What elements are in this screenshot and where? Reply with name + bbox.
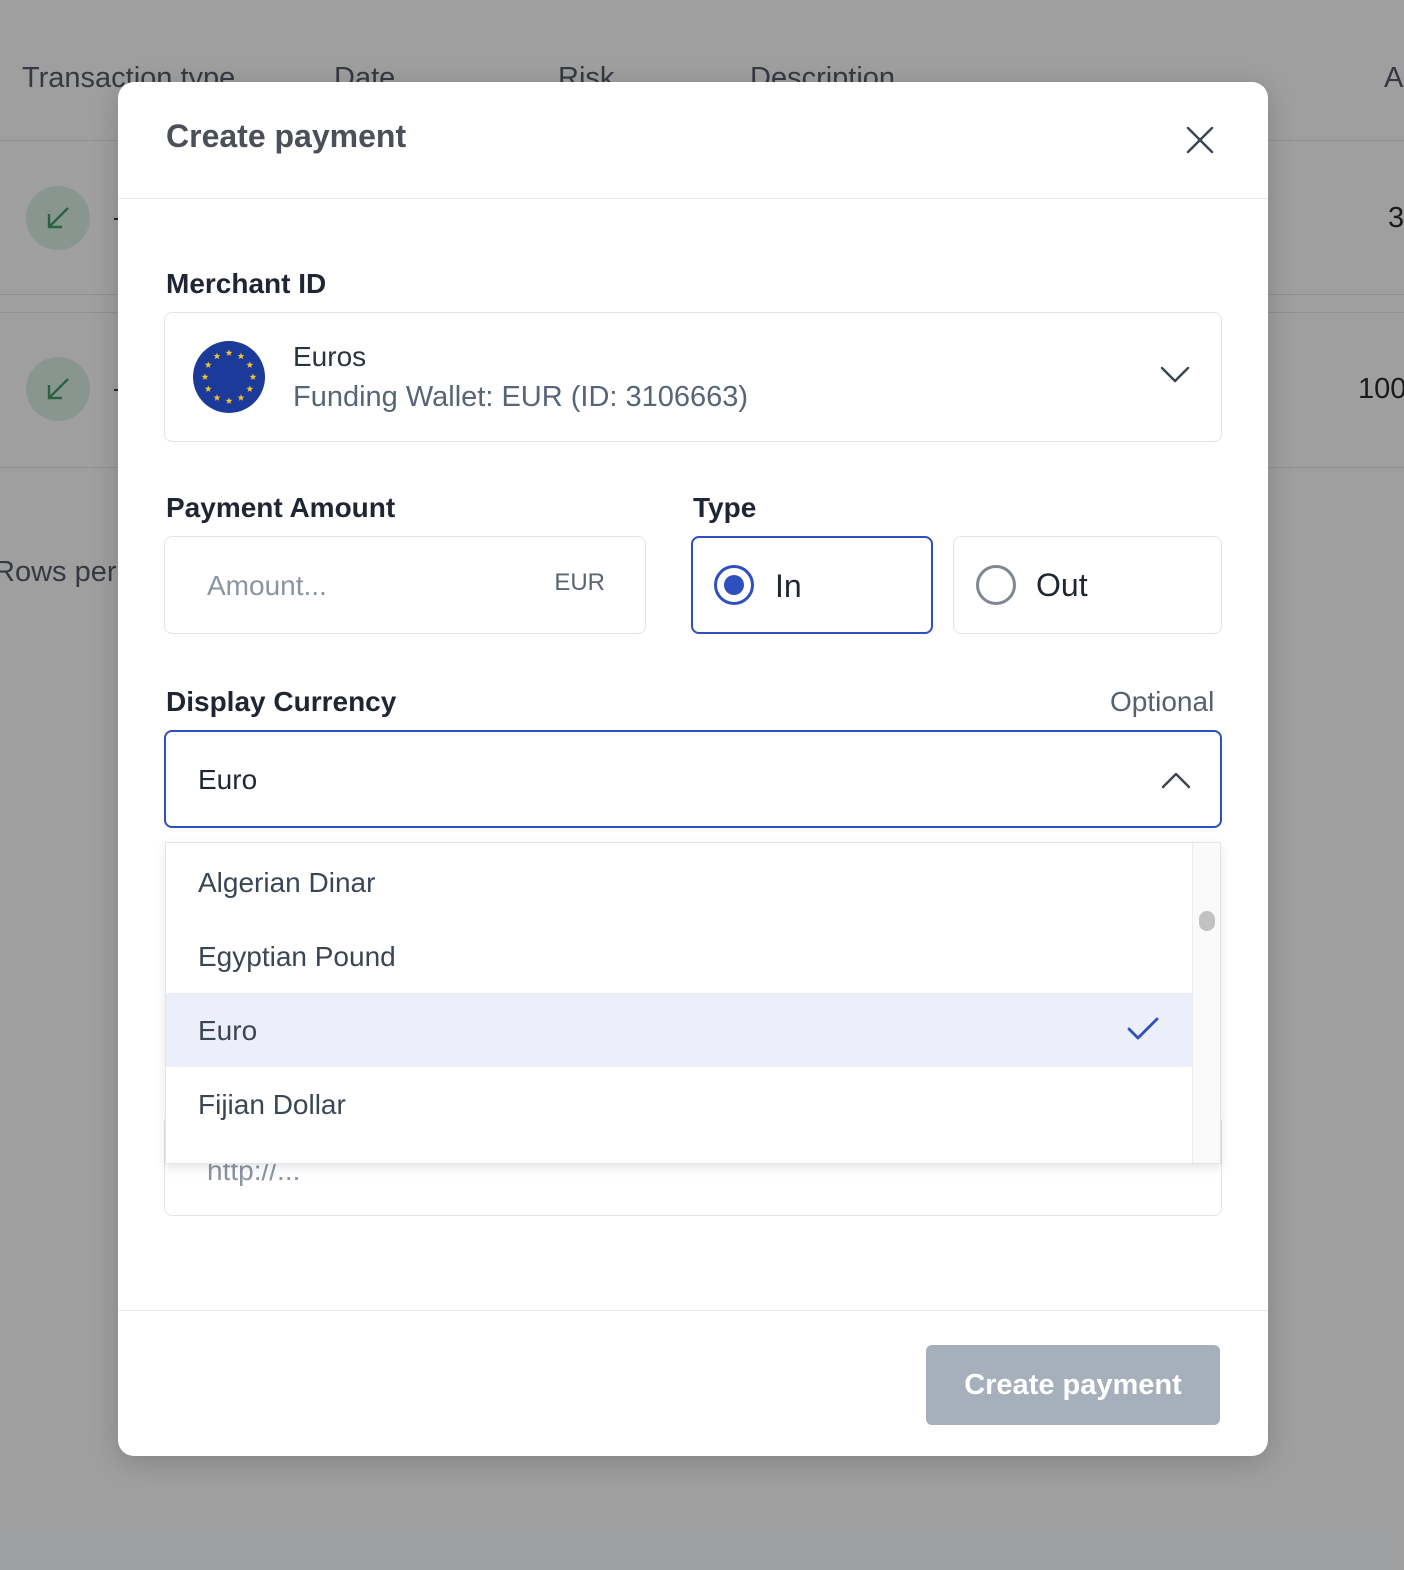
type-radio-label: Out <box>1036 567 1088 603</box>
payment-amount-input[interactable] <box>205 563 529 609</box>
chevron-down-icon <box>1160 366 1190 383</box>
modal-title: Create payment <box>166 118 407 154</box>
currency-option[interactable]: Egyptian Pound <box>166 919 1192 993</box>
display-currency-value: Euro <box>198 764 258 795</box>
scrollbar-thumb[interactable] <box>1199 911 1215 931</box>
eu-flag-icon <box>193 341 265 413</box>
currency-option[interactable]: Algerian Dinar <box>166 845 1192 919</box>
type-radio-label: In <box>775 568 802 604</box>
type-label: Type <box>693 492 757 523</box>
merchant-id-label: Merchant ID <box>166 268 327 299</box>
currency-dropdown-list: Algerian Dinar Egyptian Pound Euro Fijia… <box>165 842 1221 1164</box>
display-currency-select[interactable]: Euro <box>164 730 1222 828</box>
display-currency-label: Display Currency <box>166 686 397 717</box>
merchant-select[interactable]: Euros Funding Wallet: EUR (ID: 3106663) <box>164 312 1222 442</box>
payment-amount-label: Payment Amount <box>166 492 396 523</box>
merchant-wallet: Funding Wallet: EUR (ID: 3106663) <box>293 381 749 413</box>
currency-option-selected[interactable]: Euro <box>166 993 1192 1067</box>
check-icon <box>1127 1017 1159 1040</box>
optional-label: Optional <box>1110 686 1215 717</box>
create-payment-modal: Create payment Merchant ID Euros Funding… <box>118 82 1268 1456</box>
type-radio-in[interactable]: In <box>691 536 933 634</box>
type-radio-out[interactable]: Out <box>953 536 1222 634</box>
currency-option-label: Egyptian Pound <box>198 941 396 972</box>
modal-footer: Create payment <box>118 1310 1268 1456</box>
currency-option-label: Algerian Dinar <box>198 867 376 898</box>
close-icon <box>1186 126 1214 154</box>
modal-header: Create payment <box>118 82 1268 199</box>
amount-currency-unit: EUR <box>554 569 605 596</box>
radio-unselected-icon <box>976 565 1016 605</box>
currency-option-label: Euro <box>198 1015 258 1046</box>
chevron-up-icon <box>1161 772 1191 789</box>
radio-selected-icon <box>714 565 754 605</box>
merchant-name: Euros <box>293 341 367 372</box>
currency-option[interactable]: Fijian Dollar <box>166 1067 1192 1141</box>
dropdown-scrollbar[interactable] <box>1192 843 1220 1163</box>
payment-amount-field: EUR <box>164 536 646 634</box>
currency-option-label: Fijian Dollar <box>198 1089 346 1120</box>
create-payment-button[interactable]: Create payment <box>926 1345 1220 1425</box>
close-button[interactable] <box>1182 122 1218 158</box>
